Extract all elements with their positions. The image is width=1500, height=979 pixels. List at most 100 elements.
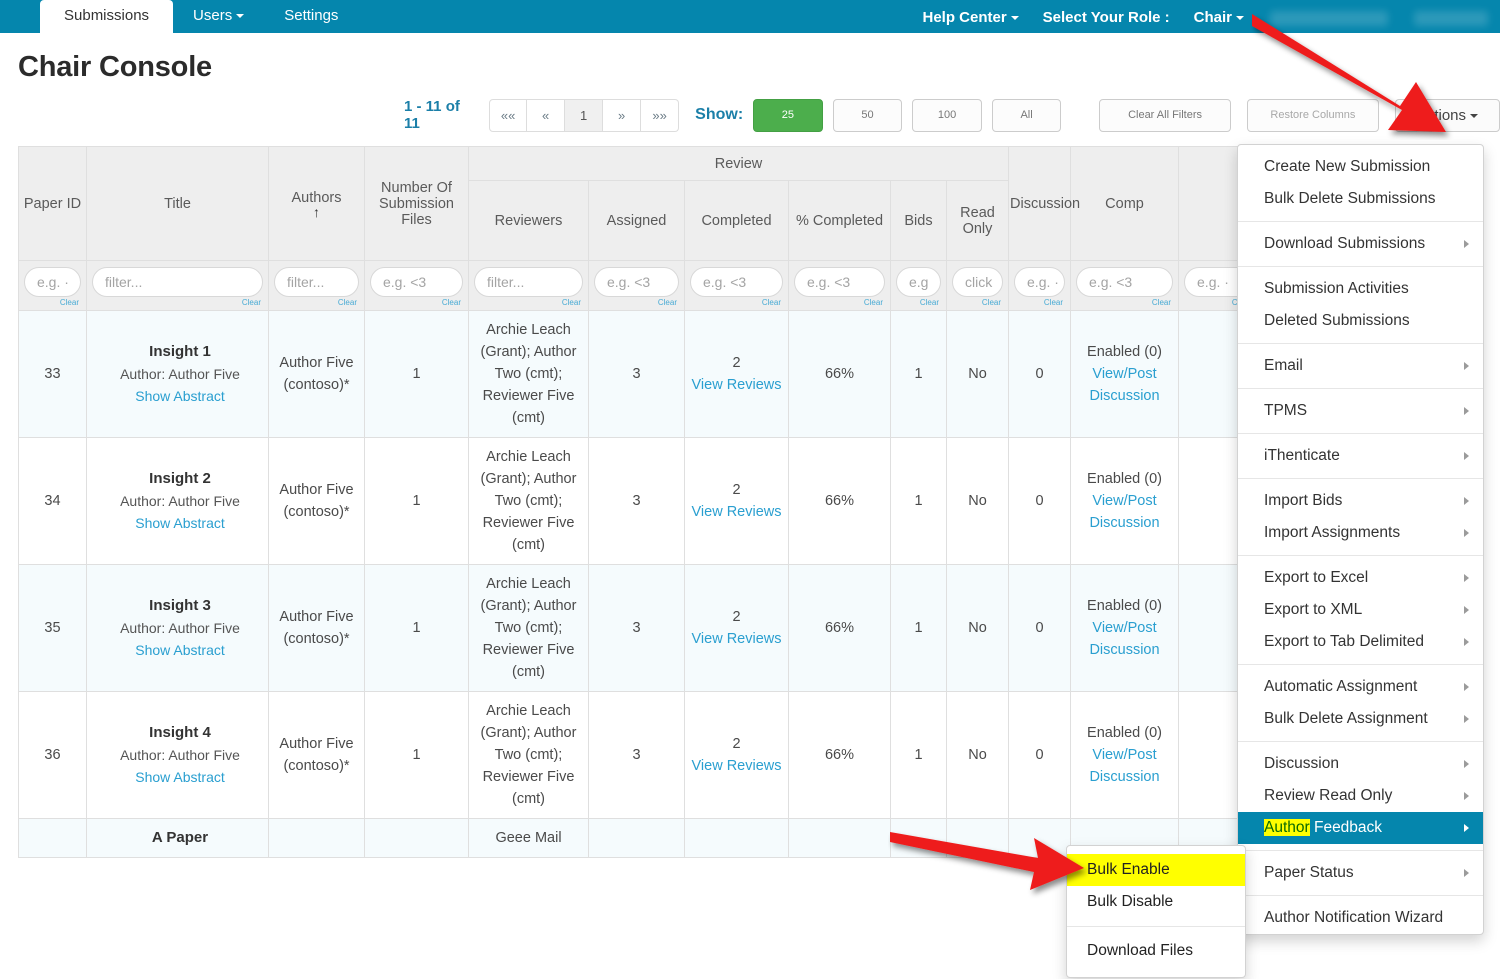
clear-filter-read-only[interactable]: Clear <box>952 298 1003 307</box>
cell-notes[interactable]: 0 <box>1008 437 1072 565</box>
cell-notes[interactable]: 0 <box>1008 691 1072 819</box>
cell-paper-id[interactable]: 35 <box>18 564 87 692</box>
show-abstract-link[interactable]: Show Abstract <box>97 766 263 788</box>
clear-filter-completed[interactable]: Clear <box>690 298 783 307</box>
restore-columns-button[interactable]: Restore Columns <box>1246 98 1379 132</box>
filter-input-bids[interactable]: e.g <box>896 266 941 297</box>
menu-item-bulk-delete-submissions[interactable]: Bulk Delete Submissions <box>1238 183 1483 215</box>
role-selector[interactable]: Chair <box>1194 9 1244 26</box>
filter-input-percent-completed[interactable]: e.g. <3 <box>794 266 885 297</box>
submenu-item-bulk-disable[interactable]: Bulk Disable <box>1067 886 1245 918</box>
submission-title[interactable]: Insight 4 <box>97 722 263 744</box>
user-name-redacted[interactable] <box>1270 11 1388 26</box>
col-paper-id[interactable]: Paper ID <box>18 146 87 261</box>
nav-tab-users[interactable]: Users <box>173 0 264 33</box>
menu-item-submission-activities[interactable]: Submission Activities <box>1238 273 1483 305</box>
cell-bids[interactable] <box>890 818 947 858</box>
menu-item-automatic-assignment[interactable]: Automatic Assignment <box>1238 671 1483 703</box>
submission-title[interactable]: Insight 1 <box>97 341 263 363</box>
filter-input-discussion[interactable]: e.g. <3 <box>1076 266 1174 297</box>
menu-item-import-bids[interactable]: Import Bids <box>1238 485 1483 517</box>
cell-assigned[interactable]: 3 <box>588 437 685 565</box>
filter-input-assigned[interactable]: e.g. <3 <box>594 266 679 297</box>
filter-input-authors[interactable]: filter... <box>274 266 359 297</box>
cell-read-only[interactable]: No <box>945 437 1010 565</box>
cell-bids[interactable]: 1 <box>890 691 947 819</box>
menu-item-tpms[interactable]: TPMS <box>1238 395 1483 427</box>
cell-read-only[interactable]: No <box>945 564 1010 692</box>
submission-title[interactable]: Insight 2 <box>97 468 263 490</box>
cell-paper-id[interactable] <box>18 818 87 858</box>
menu-item-deleted-submissions[interactable]: Deleted Submissions <box>1238 305 1483 337</box>
cell-files[interactable]: 1 <box>364 310 469 438</box>
cell-read-only[interactable]: No <box>945 691 1010 819</box>
help-center-menu[interactable]: Help Center <box>922 9 1019 26</box>
view-reviews-link[interactable]: View Reviews <box>690 501 783 523</box>
cell-notes[interactable] <box>1008 818 1072 858</box>
filter-input-reviewers[interactable]: filter... <box>474 266 583 297</box>
col-percent-completed[interactable]: % Completed <box>788 180 891 261</box>
view-post-discussion-link[interactable]: View/Post Discussion <box>1076 617 1173 661</box>
col-title[interactable]: Title <box>86 146 269 261</box>
filter-input-files[interactable]: e.g. <3 <box>370 266 463 297</box>
menu-item-author-feedback[interactable]: Author Feedback <box>1238 812 1483 844</box>
col-read-only[interactable]: Read Only <box>945 180 1010 261</box>
cell-files[interactable]: 1 <box>364 437 469 565</box>
cell-paper-id[interactable]: 33 <box>18 310 87 438</box>
menu-item-bulk-delete-assignment[interactable]: Bulk Delete Assignment <box>1238 703 1483 735</box>
menu-item-import-assignments[interactable]: Import Assignments <box>1238 517 1483 549</box>
clear-filter-reviewers[interactable]: Clear <box>474 298 583 307</box>
cell-paper-id[interactable]: 36 <box>18 691 87 819</box>
cell-read-only[interactable] <box>945 818 1010 858</box>
signout-link-redacted[interactable] <box>1414 11 1488 26</box>
show-abstract-link[interactable]: Show Abstract <box>97 512 263 534</box>
menu-item-author-notification-wizard[interactable]: Author Notification Wizard <box>1238 902 1483 934</box>
filter-input-notes[interactable]: e.g. · <box>1014 266 1066 297</box>
menu-item-paper-status[interactable]: Paper Status <box>1238 857 1483 889</box>
cell-assigned[interactable]: 3 <box>588 564 685 692</box>
page-size-25-button[interactable]: 25 <box>753 98 823 132</box>
page-size-50-button[interactable]: 50 <box>832 98 903 132</box>
cell-files[interactable] <box>364 818 469 858</box>
col-completed[interactable]: Completed <box>684 180 789 261</box>
filter-input-read-only[interactable]: click <box>952 266 1004 297</box>
clear-filter-discussion[interactable]: Clear <box>1076 298 1173 307</box>
col-authors[interactable]: Authors ↑ <box>268 146 365 261</box>
cell-assigned[interactable]: 3 <box>588 310 685 438</box>
show-abstract-link[interactable]: Show Abstract <box>97 639 263 661</box>
pager-last-button[interactable]: »» <box>641 98 680 132</box>
clear-filter-title[interactable]: Clear <box>92 298 263 307</box>
cell-paper-id[interactable]: 34 <box>18 437 87 565</box>
col-assigned[interactable]: Assigned <box>588 180 685 261</box>
pager-prev-button[interactable]: « <box>527 98 566 132</box>
view-reviews-link[interactable]: View Reviews <box>690 374 783 396</box>
menu-item-download-submissions[interactable]: Download Submissions <box>1238 228 1483 260</box>
menu-item-export-to-excel[interactable]: Export to Excel <box>1238 562 1483 594</box>
pager-first-button[interactable]: «« <box>489 98 528 132</box>
clear-filter-bids[interactable]: Clear <box>896 298 941 307</box>
col-bids[interactable]: Bids <box>890 180 947 261</box>
menu-item-create-new-submission[interactable]: Create New Submission <box>1238 151 1483 183</box>
submission-title[interactable]: A Paper <box>97 827 263 849</box>
cell-read-only[interactable]: No <box>945 310 1010 438</box>
menu-item-email[interactable]: Email <box>1238 350 1483 382</box>
cell-files[interactable]: 1 <box>364 691 469 819</box>
cell-bids[interactable]: 1 <box>890 437 947 565</box>
filter-input-completed[interactable]: e.g. <3 <box>690 266 783 297</box>
cell-notes[interactable]: 0 <box>1008 310 1072 438</box>
show-abstract-link[interactable]: Show Abstract <box>97 385 263 407</box>
menu-item-export-to-tab-delimited[interactable]: Export to Tab Delimited <box>1238 626 1483 658</box>
submenu-item-bulk-enable[interactable]: Bulk Enable <box>1067 854 1245 886</box>
col-number-of-submission-files[interactable]: Number Of Submission Files <box>364 146 469 261</box>
clear-filter-files[interactable]: Clear <box>370 298 463 307</box>
filter-input-paper-id[interactable]: e.g. · <box>24 266 81 297</box>
clear-filter-assigned[interactable]: Clear <box>594 298 679 307</box>
filter-input-title[interactable]: filter... <box>92 266 263 297</box>
col-reviewers[interactable]: Reviewers <box>468 180 589 261</box>
nav-tab-submissions[interactable]: Submissions <box>40 0 174 33</box>
col-comp[interactable]: Comp <box>1070 146 1180 261</box>
pager-next-button[interactable]: » <box>603 98 642 132</box>
page-size-all-button[interactable]: All <box>991 98 1062 132</box>
menu-item-ithenticate[interactable]: iThenticate <box>1238 440 1483 472</box>
submenu-item-download-files[interactable]: Download Files <box>1067 935 1245 967</box>
